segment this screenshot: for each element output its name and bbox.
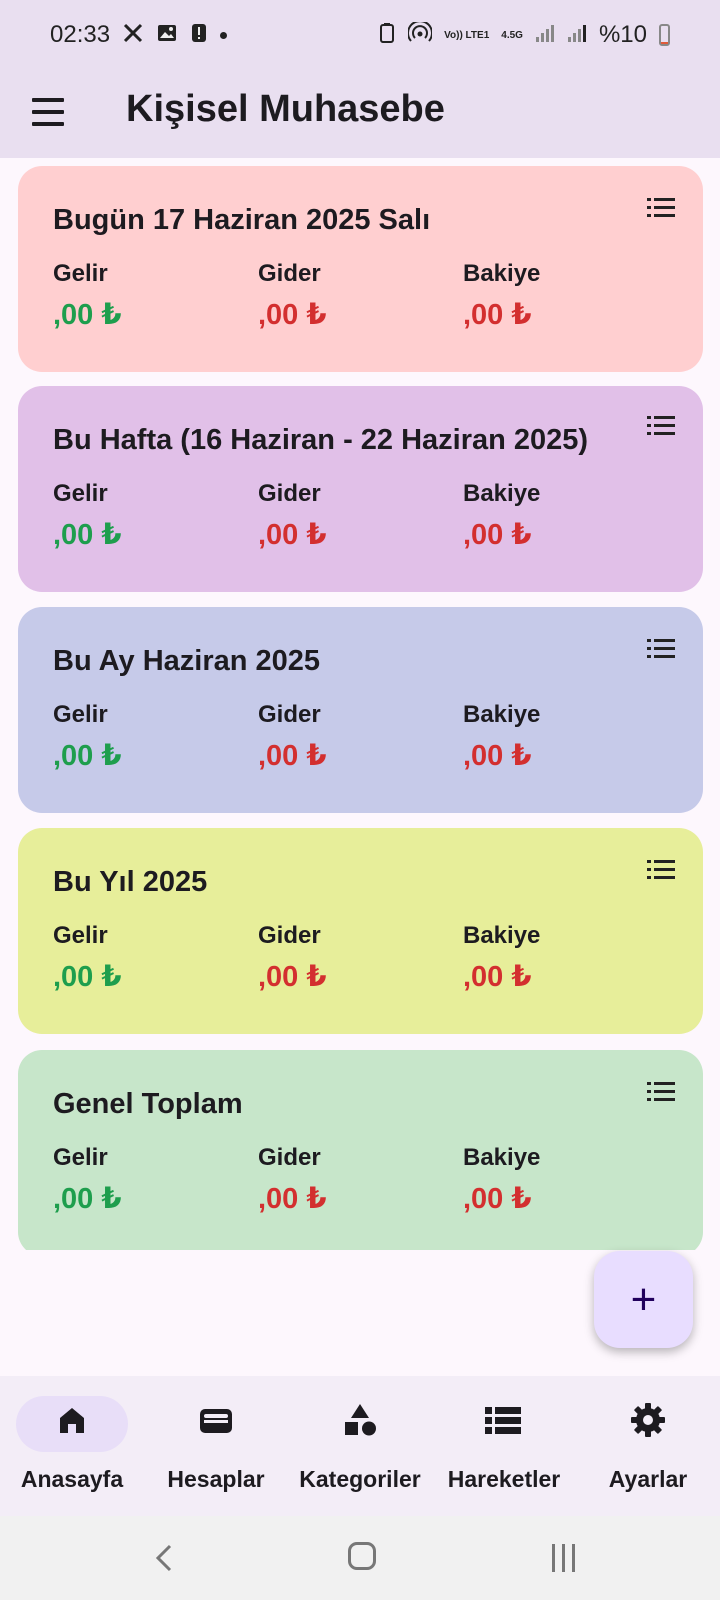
income-value: ,00 ₺ [53, 740, 122, 772]
home-icon [55, 1404, 89, 1441]
nav-item-categories[interactable]: Kategoriler [288, 1376, 432, 1516]
network-type-label: 4.5G [501, 29, 523, 41]
page-title: Kişisel Muhasebe [126, 88, 445, 130]
expense-value: ,00 ₺ [258, 961, 327, 993]
income-label: Gelir [53, 1144, 108, 1171]
battery-percent: %10 [598, 21, 647, 48]
expense-value: ,00 ₺ [258, 740, 327, 772]
balance-value: ,00 ₺ [463, 519, 532, 551]
hotspot-icon [407, 20, 434, 48]
bottom-navigation: Anasayfa Hesaplar Kategoriler Hareketler [0, 1376, 720, 1516]
summary-card-month[interactable]: Bu Ay Haziran 2025 Gelir Gider Bakiye ,0… [18, 607, 703, 813]
list-icon[interactable] [647, 860, 675, 880]
card-title: Bu Hafta (16 Haziran - 22 Haziran 2025) [53, 424, 589, 456]
expense-value: ,00 ₺ [258, 1183, 327, 1215]
income-value: ,00 ₺ [53, 961, 122, 993]
income-value: ,00 ₺ [53, 519, 122, 551]
list-icon[interactable] [647, 1082, 675, 1102]
card-title: Genel Toplam [53, 1088, 243, 1120]
summary-card-today[interactable]: Bugün 17 Haziran 2025 Salı Gelir Gider B… [18, 166, 703, 372]
list-icon[interactable] [647, 198, 675, 218]
nav-item-transactions[interactable]: Hareketler [432, 1376, 576, 1516]
system-navigation-bar [0, 1516, 720, 1600]
card-title: Bu Ay Haziran 2025 [53, 645, 321, 677]
income-label: Gelir [53, 260, 108, 287]
balance-value: ,00 ₺ [463, 299, 532, 331]
summary-card-week[interactable]: Bu Hafta (16 Haziran - 22 Haziran 2025) … [18, 386, 703, 592]
nav-item-accounts[interactable]: Hesaplar [144, 1376, 288, 1516]
gear-icon [630, 1402, 666, 1443]
balance-value: ,00 ₺ [463, 961, 532, 993]
x-icon [122, 22, 144, 48]
list-icon [484, 1404, 522, 1441]
battery-icon [659, 24, 670, 46]
summary-card-list[interactable]: Bugün 17 Haziran 2025 Salı Gelir Gider B… [0, 158, 720, 1250]
nav-item-label: Hesaplar [167, 1466, 265, 1492]
balance-label: Bakiye [463, 480, 541, 507]
add-transaction-button[interactable]: + [594, 1251, 693, 1348]
expense-label: Gider [258, 260, 321, 287]
balance-label: Bakiye [463, 922, 541, 949]
expense-label: Gider [258, 480, 321, 507]
balance-label: Bakiye [463, 701, 541, 728]
back-icon[interactable] [154, 1544, 174, 1572]
nav-item-home[interactable]: Anasayfa [0, 1376, 144, 1516]
nav-item-label: Hareketler [447, 1466, 561, 1492]
menu-icon[interactable] [32, 98, 66, 126]
notification-dot-icon [220, 31, 228, 39]
list-icon[interactable] [647, 416, 675, 436]
app-bar: Kişisel Muhasebe [0, 70, 720, 158]
card-title: Bugün 17 Haziran 2025 Salı [53, 204, 431, 236]
card-title: Bu Yıl 2025 [53, 866, 208, 898]
list-icon[interactable] [647, 639, 675, 659]
income-value: ,00 ₺ [53, 1183, 122, 1215]
signal-icon [535, 23, 555, 47]
alert-icon [190, 22, 208, 48]
signal-icon [567, 23, 587, 47]
income-label: Gelir [53, 701, 108, 728]
summary-card-year[interactable]: Bu Yıl 2025 Gelir Gider Bakiye ,00 ₺ ,00… [18, 828, 703, 1034]
expense-label: Gider [258, 1144, 321, 1171]
expense-value: ,00 ₺ [258, 519, 327, 551]
image-icon [156, 22, 178, 48]
alarm-icon [378, 22, 396, 48]
nav-item-label: Anasayfa [20, 1466, 124, 1492]
status-left: 02:33 [50, 21, 228, 49]
home-button-icon[interactable] [348, 1542, 376, 1570]
nav-item-label: Ayarlar [608, 1466, 688, 1492]
category-icon [342, 1402, 378, 1443]
nav-item-settings[interactable]: Ayarlar [576, 1376, 720, 1516]
status-right: Vo)) LTE1 4.5G %10 [378, 20, 670, 49]
balance-label: Bakiye [463, 1144, 541, 1171]
income-value: ,00 ₺ [53, 299, 122, 331]
income-label: Gelir [53, 922, 108, 949]
balance-value: ,00 ₺ [463, 1183, 532, 1215]
expense-label: Gider [258, 701, 321, 728]
income-label: Gelir [53, 480, 108, 507]
recent-apps-icon[interactable] [550, 1544, 578, 1572]
status-bar: 02:33 Vo)) LTE1 4.5G %10 [0, 0, 720, 70]
balance-label: Bakiye [463, 260, 541, 287]
expense-label: Gider [258, 922, 321, 949]
status-time: 02:33 [50, 21, 111, 48]
wallet-icon [198, 1404, 234, 1441]
expense-value: ,00 ₺ [258, 299, 327, 331]
balance-value: ,00 ₺ [463, 740, 532, 772]
nav-item-label: Kategoriler [299, 1466, 421, 1492]
summary-card-total[interactable]: Genel Toplam Gelir Gider Bakiye ,00 ₺ ,0… [18, 1050, 703, 1250]
volte-label: Vo)) LTE1 [444, 29, 490, 41]
